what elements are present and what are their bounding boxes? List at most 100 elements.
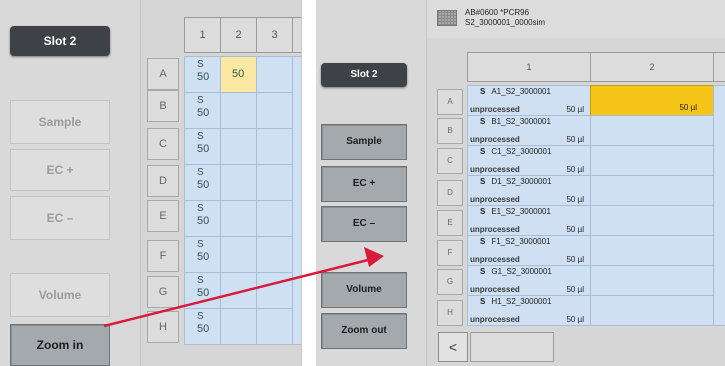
well-f2[interactable] (590, 235, 714, 266)
column-header[interactable]: 3 (256, 17, 293, 53)
row-header[interactable]: A (147, 58, 179, 90)
scroll-left-button[interactable]: < (438, 332, 468, 362)
sample-button[interactable]: Sample (10, 100, 110, 144)
well-a2-selected[interactable]: 50 (220, 56, 257, 93)
well-volume: 50 (197, 107, 210, 119)
sample-status: unprocessed (470, 315, 520, 324)
zoom-out-button[interactable]: Zoom out (321, 313, 407, 349)
well-d1[interactable]: S D1_S2_3000001 unprocessed 50 µl (467, 175, 591, 206)
plate-header: AB#0600 *PCR96 S2_3000001_0000sim (427, 0, 725, 38)
left-screen-zoomed-out: Slot 2 Sample EC + EC – Volume Zoom in 1… (0, 0, 302, 366)
well-volume: 50 µl (566, 195, 584, 204)
well-d2[interactable] (590, 175, 714, 206)
well-h2[interactable] (220, 308, 257, 345)
well-g2[interactable] (220, 272, 257, 309)
well-c1[interactable]: S 50 (184, 128, 221, 165)
volume-button[interactable]: Volume (321, 272, 407, 308)
sample-type: S (480, 267, 486, 276)
well-d2[interactable] (220, 164, 257, 201)
sample-status: unprocessed (470, 285, 520, 294)
well-h3[interactable] (256, 308, 293, 345)
well-f2[interactable] (220, 236, 257, 273)
sample-id: E1_S2_3000001 (491, 207, 551, 216)
sample-type: S (480, 87, 486, 96)
well-volume: 50 (197, 323, 210, 335)
column-header[interactable]: 1 (184, 17, 221, 53)
well-g1[interactable]: S G1_S2_3000001 unprocessed 50 µl (467, 265, 591, 296)
well-h1[interactable]: S 50 (184, 308, 221, 345)
row-header[interactable]: F (437, 240, 463, 266)
well-g1[interactable]: S 50 (184, 272, 221, 309)
row-header[interactable]: G (147, 276, 179, 308)
column-header[interactable]: 2 (590, 52, 714, 82)
row-header[interactable]: G (437, 269, 463, 295)
column-header[interactable] (713, 52, 725, 82)
well-e2[interactable] (590, 205, 714, 236)
row-header[interactable]: C (147, 128, 179, 160)
row-header[interactable]: E (437, 210, 463, 236)
row-header[interactable]: H (437, 300, 463, 326)
well-f1[interactable]: S 50 (184, 236, 221, 273)
sample-id: B1_S2_3000001 (491, 117, 551, 126)
well-a3[interactable] (256, 56, 293, 93)
row-header[interactable]: E (147, 200, 179, 232)
sample-type: S (197, 167, 204, 178)
well-c3[interactable] (256, 128, 293, 165)
row-header[interactable]: D (437, 180, 463, 206)
row-header[interactable]: B (437, 118, 463, 144)
well-h1[interactable]: S H1_S2_3000001 unprocessed 50 µl (467, 295, 591, 326)
well-e3[interactable] (256, 200, 293, 237)
well-c1[interactable]: S C1_S2_3000001 unprocessed 50 µl (467, 145, 591, 176)
sample-status: unprocessed (470, 225, 520, 234)
column-header[interactable]: 2 (220, 17, 257, 53)
well-column-3-partial[interactable] (713, 85, 725, 326)
sample-type: S (197, 59, 204, 70)
well-e1[interactable]: S E1_S2_3000001 unprocessed 50 µl (467, 205, 591, 236)
well-a1[interactable]: S A1_S2_3000001 unprocessed 50 µl (467, 85, 591, 116)
row-header[interactable]: H (147, 311, 179, 343)
well-h2[interactable] (590, 295, 714, 326)
well-f3[interactable] (256, 236, 293, 273)
well-c2[interactable] (220, 128, 257, 165)
sample-id: A1_S2_3000001 (491, 87, 551, 96)
well-b3[interactable] (256, 92, 293, 129)
well-f1[interactable]: S F1_S2_3000001 unprocessed 50 µl (467, 235, 591, 266)
well-d3[interactable] (256, 164, 293, 201)
well-e2[interactable] (220, 200, 257, 237)
well-g2[interactable] (590, 265, 714, 296)
well-d1[interactable]: S 50 (184, 164, 221, 201)
well-volume: 50 µl (566, 315, 584, 324)
well-e1[interactable]: S 50 (184, 200, 221, 237)
well-g3[interactable] (256, 272, 293, 309)
well-b1[interactable]: S B1_S2_3000001 unprocessed 50 µl (467, 115, 591, 146)
sample-id: F1_S2_3000001 (491, 237, 551, 246)
row-header[interactable]: B (147, 90, 179, 122)
row-header[interactable]: C (437, 148, 463, 174)
right-sidebar: Slot 2 Sample EC + EC – Volume Zoom out (316, 0, 427, 366)
row-header[interactable]: F (147, 240, 179, 272)
well-b1[interactable]: S 50 (184, 92, 221, 129)
well-a1[interactable]: S 50 (184, 56, 221, 93)
ec-minus-button[interactable]: EC – (321, 206, 407, 242)
well-b2[interactable] (220, 92, 257, 129)
well-c2[interactable] (590, 145, 714, 176)
horizontal-scrollbar[interactable] (470, 332, 554, 362)
volume-button[interactable]: Volume (10, 273, 110, 317)
zoom-in-button[interactable]: Zoom in (10, 324, 110, 366)
well-column-4-partial[interactable] (292, 56, 301, 345)
sample-type: S (480, 147, 486, 156)
row-header[interactable]: A (437, 89, 463, 115)
column-header[interactable] (292, 17, 301, 53)
row-header[interactable]: D (147, 165, 179, 197)
sample-type: S (197, 275, 204, 286)
well-a2-selected[interactable]: 50 µl (590, 85, 714, 116)
column-header[interactable]: 1 (467, 52, 591, 82)
ec-plus-button[interactable]: EC + (10, 149, 110, 191)
ec-minus-button[interactable]: EC – (10, 196, 110, 240)
sample-type: S (480, 297, 486, 306)
plate-info: AB#0600 *PCR96 S2_3000001_0000sim (465, 8, 545, 28)
sample-button[interactable]: Sample (321, 124, 407, 160)
ec-plus-button[interactable]: EC + (321, 166, 407, 202)
sample-type: S (480, 207, 486, 216)
well-b2[interactable] (590, 115, 714, 146)
